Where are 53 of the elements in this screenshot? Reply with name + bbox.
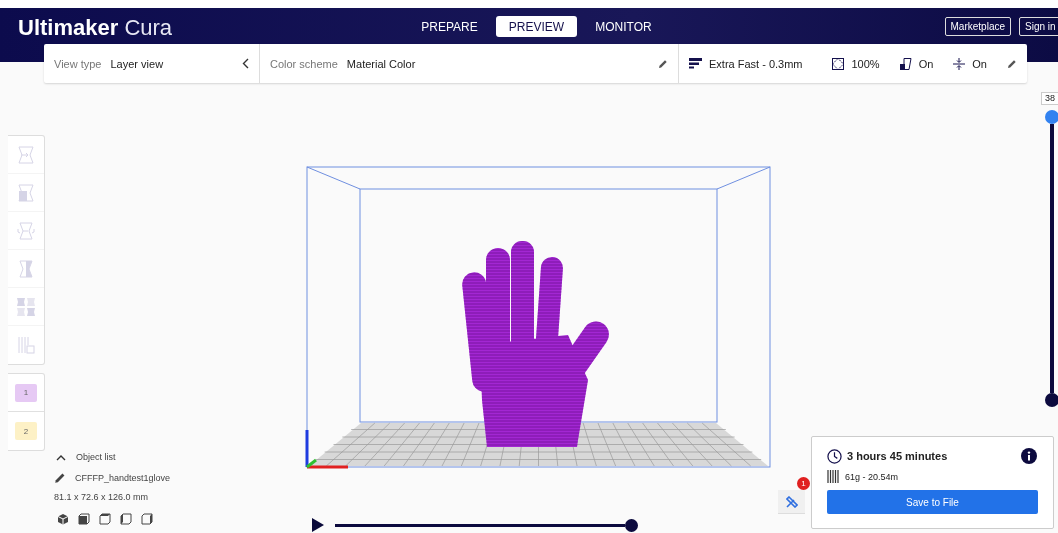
- stage-tab[interactable]: PREPARE: [409, 16, 490, 37]
- extruder-button[interactable]: 1: [8, 374, 44, 412]
- infill-value: 100%: [851, 57, 880, 70]
- cube-view-icon[interactable]: [57, 513, 69, 525]
- support-blocker-icon: [16, 335, 36, 355]
- rotate-tool-icon: [16, 220, 36, 241]
- info-icon[interactable]: [1021, 448, 1037, 464]
- front-view-icon[interactable]: [78, 513, 90, 525]
- material-usage: 61g - 20.54m: [845, 471, 899, 482]
- object-list-toggle[interactable]: Object list: [54, 450, 116, 464]
- print-time: 3 hours 45 minutes: [847, 450, 948, 462]
- infill-icon: [832, 57, 845, 70]
- tools-button[interactable]: [778, 490, 805, 514]
- view-type-value[interactable]: Layer view: [110, 57, 164, 70]
- tools-icon: [785, 495, 798, 508]
- move-tool-icon: [16, 144, 36, 165]
- color-scheme-value[interactable]: Material Color: [346, 57, 416, 70]
- object-dimensions: 81.1 x 72.6 x 126.0 mm: [54, 492, 150, 502]
- header-button[interactable]: Sign in: [1019, 17, 1058, 36]
- chevron-left-icon[interactable]: [242, 58, 249, 69]
- profile-icon: [689, 57, 702, 70]
- pencil-icon[interactable]: [1007, 58, 1017, 69]
- clock-icon: [827, 448, 842, 464]
- scale-tool-icon: [16, 182, 36, 203]
- support-value: On: [918, 57, 934, 70]
- axis-indicator: [305, 430, 348, 469]
- stage-tab[interactable]: MONITOR: [583, 16, 664, 37]
- mirror-tool-icon: [16, 258, 36, 279]
- extruder-marker: 1: [15, 383, 37, 402]
- notification-badge: 1: [797, 477, 810, 490]
- extruder-marker: 2: [15, 422, 37, 440]
- extruder-button[interactable]: 2: [8, 412, 44, 450]
- pencil-icon[interactable]: [658, 58, 668, 69]
- app-logo: Ultimaker Cura: [18, 14, 174, 41]
- color-scheme-label: Color scheme: [270, 57, 338, 70]
- right-view-icon[interactable]: [141, 513, 153, 525]
- view-type-label: View type: [54, 57, 102, 70]
- support-icon: [899, 57, 912, 70]
- adhesion-icon: [953, 57, 966, 70]
- profile-name[interactable]: Extra Fast - 0.3mm: [709, 57, 803, 70]
- stage-tab[interactable]: PREVIEW: [496, 16, 577, 37]
- save-to-file-button[interactable]: Save to File: [827, 490, 1038, 514]
- header-button[interactable]: Marketplace: [944, 17, 1011, 36]
- per-model-settings-icon: [16, 296, 36, 317]
- object-name: CFFFP_handtest1glove: [75, 473, 171, 483]
- top-view-icon[interactable]: [99, 513, 111, 525]
- layer-number-field[interactable]: 38: [1041, 92, 1058, 105]
- slider-handle[interactable]: [625, 518, 638, 532]
- filament-icon: [827, 470, 839, 483]
- pencil-icon[interactable]: [54, 472, 66, 484]
- play-icon[interactable]: [311, 518, 324, 532]
- left-view-icon[interactable]: [120, 513, 132, 525]
- adhesion-value: On: [972, 57, 987, 70]
